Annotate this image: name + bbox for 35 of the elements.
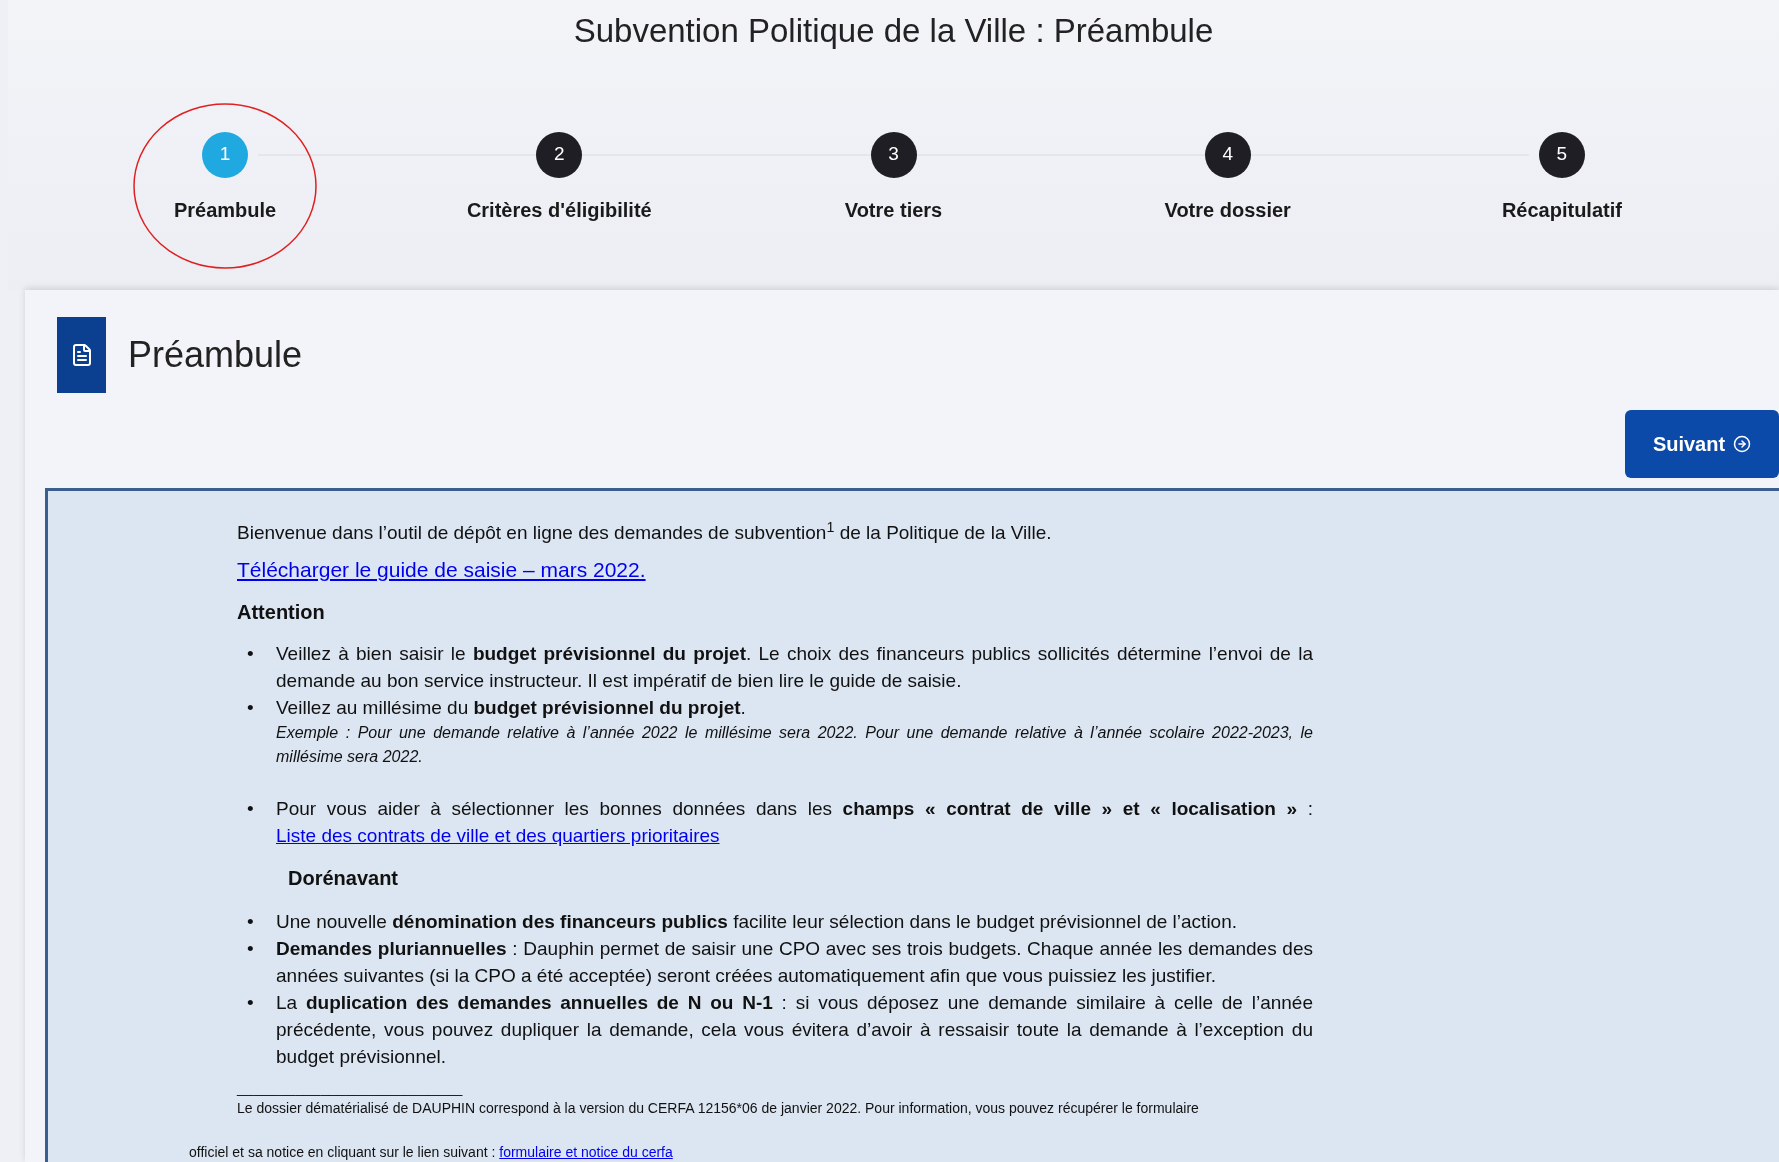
footnote-rule: ___________________________	[237, 1080, 464, 1096]
step-label[interactable]: Préambule	[173, 194, 277, 225]
section-title: Préambule	[128, 333, 303, 377]
step-number[interactable]: 2	[536, 131, 583, 178]
bullet: •	[246, 910, 255, 934]
footnote-text: Le dossier dématérialisé de DAUPHIN correspond à la version du CERFA 12156*06 de janvier 2022. Pour information, vous pouvez récupérer le formulaire	[237, 1099, 1200, 1118]
intro-text: Bienvenue dans l’outil de dépôt en ligne des demandes de subvention$^{1}$ de la Politique de la Ville.	[237, 519, 1053, 545]
bullet-text: Une nouvelle dénomination des financeurs publics facilite leur sélection dans le budget prévisionnel de l’action.	[276, 910, 1239, 934]
attention-heading: Attention	[237, 600, 326, 625]
step-number[interactable]: 3	[870, 131, 917, 178]
guide-link[interactable]: Télécharger le guide de saisie – mars 2022.	[237, 556, 646, 583]
bullet-text: Pour vous aider à sélectionner les bonnes données dans les champs « contrat de ville » et « localisation » : Liste des contrats de ville et des quartiers prioritaires	[276, 797, 1313, 848]
bullet-text: La duplication des demandes annuelles de N ou N-1 : si vous déposez une demande similaire à celle de l’année précédente, vous pouvez dupliquer la demande, cela vous évitera d’avoir à ressaisir toute la demande à l’exception du budget prévisionnel.	[276, 991, 1313, 1069]
document-icon	[57, 317, 106, 393]
step-label[interactable]: Critères d'éligibilité	[466, 194, 652, 225]
step-label[interactable]: Votre tiers	[844, 194, 943, 225]
bullet: •	[246, 696, 255, 720]
bullet-text: Veillez au millésime du budget prévisionnel du projet.	[276, 696, 747, 720]
page-title: Subvention Politique de la Ville : Préambule	[572, 11, 1215, 51]
step-number[interactable]: 5	[1538, 131, 1585, 178]
step-number[interactable]: 4	[1204, 131, 1251, 178]
cerfa-link[interactable]: formulaire et notice du cerfa	[499, 1144, 673, 1160]
example-text: Exemple : Pour une demande relative à l’année 2022 le millésime sera 2022. Pour une demande relative à l’année scolaire 2022-2023, le millésime sera 2022.	[276, 723, 1313, 767]
bullet: •	[246, 991, 255, 1015]
bullet-text: Demandes pluriannuelles : Dauphin permet de saisir une CPO avec ses trois budgets. Chaque année les demandes des années suivantes (si la CPO a été acceptée) seront créées automatiquement afin que vous puissiez les justifier.	[276, 937, 1313, 988]
next-button[interactable]: Suivant	[1625, 410, 1779, 478]
contracts-link[interactable]: Liste des contrats de ville et des quartiers prioritaires	[276, 825, 720, 846]
step-label[interactable]: Récapitulatif	[1501, 194, 1622, 225]
step-label[interactable]: Votre dossier	[1164, 194, 1291, 225]
bullet: •	[246, 642, 255, 666]
bullet: •	[246, 797, 255, 821]
dorenavant-heading: Dorénavant	[288, 866, 400, 891]
bullet-text: Veillez à bien saisir le budget prévisionnel du projet. Le choix des financeurs publics sollicités détermine l’envoi de la demande au bon service instructeur. Il est impératif de bien lire le guide de saisie.	[276, 642, 1313, 693]
bullet: •	[246, 937, 255, 961]
footnote-text: officiel et sa notice en cliquant sur le lien suivant : formulaire et notice du cerfa	[189, 1143, 674, 1162]
